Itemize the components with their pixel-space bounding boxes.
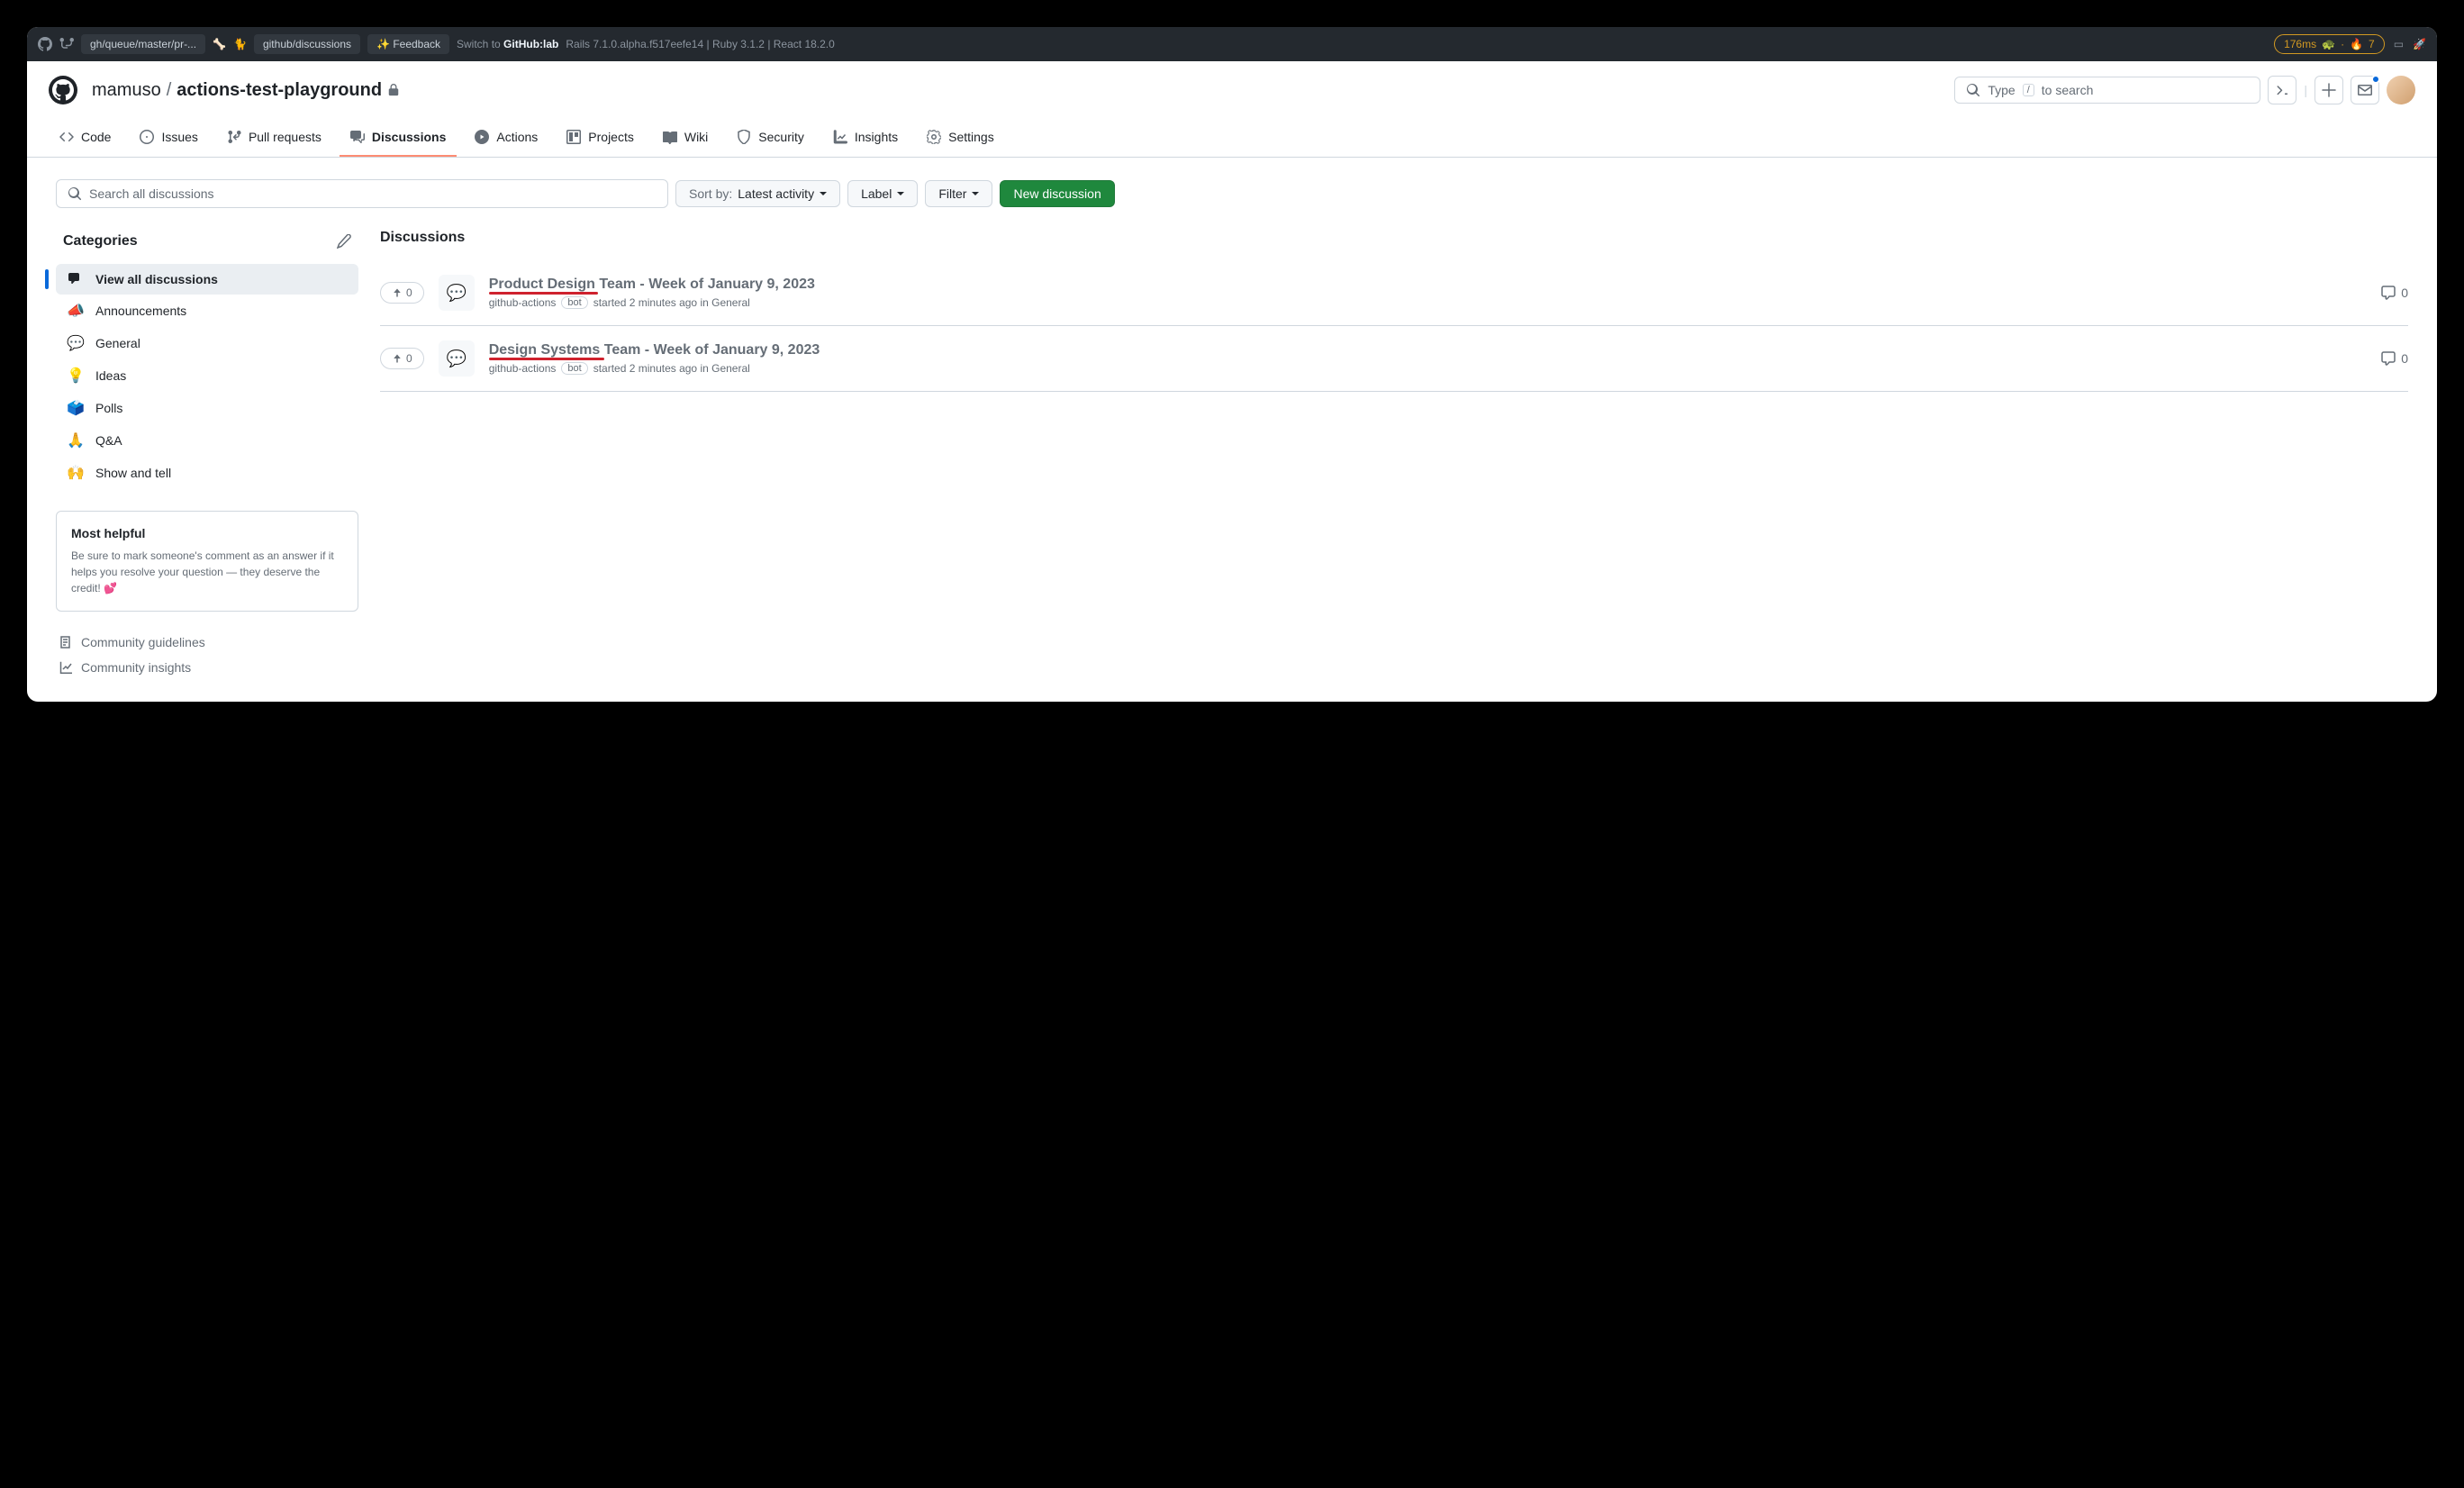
timing-pill[interactable]: 176ms 🐢 · 🔥 7 — [2274, 34, 2385, 54]
chevron-down-icon — [897, 192, 904, 195]
feedback-button[interactable]: ✨ Feedback — [367, 34, 449, 54]
tab-actions[interactable]: Actions — [464, 119, 548, 157]
page-body: Search all discussions Sort by: Latest a… — [27, 158, 2437, 702]
repo-nav: Code Issues Pull requests Discussions Ac… — [27, 119, 2437, 158]
discussion-meta: github-actions bot started 2 minutes ago… — [489, 362, 2368, 375]
command-palette-button[interactable] — [2268, 76, 2296, 104]
categories-heading: Categories — [56, 230, 358, 253]
graph-icon — [59, 660, 74, 675]
dev-toolbar: gh/queue/master/pr-... 🦴 🐈 github/discus… — [27, 27, 2437, 61]
category-general[interactable]: 💬 General — [56, 327, 358, 359]
tab-security[interactable]: Security — [726, 119, 815, 157]
tab-issues[interactable]: Issues — [129, 119, 208, 157]
discussions-title: Discussions — [380, 230, 2408, 246]
owner-link[interactable]: mamuso — [92, 80, 161, 101]
category-show-tell[interactable]: 🙌 Show and tell — [56, 457, 358, 489]
app-window: gh/queue/master/pr-... 🦴 🐈 github/discus… — [27, 27, 2437, 702]
repo-header: mamuso / actions-test-playground Type / … — [27, 61, 2437, 119]
lock-icon — [387, 80, 400, 101]
rocket-icon[interactable]: 🚀 — [2413, 38, 2426, 50]
discussion-icon — [67, 271, 85, 287]
bone-icon[interactable]: 🦴 — [213, 38, 226, 50]
discussions-list: Discussions 0 💬 Product Design Team - We… — [380, 230, 2408, 680]
repo-link[interactable]: actions-test-playground — [177, 80, 382, 101]
comment-icon — [2381, 286, 2396, 300]
comment-icon — [2381, 351, 2396, 366]
branch-icon — [59, 37, 74, 51]
author-link[interactable]: github-actions — [489, 296, 557, 309]
discussions-toolbar: Search all discussions Sort by: Latest a… — [56, 179, 2408, 208]
search-icon — [1966, 83, 1980, 97]
upvote-button[interactable]: 0 — [380, 348, 424, 369]
comment-count[interactable]: 0 — [2381, 286, 2408, 300]
category-polls[interactable]: 🗳️ Polls — [56, 392, 358, 424]
user-avatar[interactable] — [2387, 76, 2415, 104]
most-helpful-box: Most helpful Be sure to mark someone's c… — [56, 511, 358, 612]
discussion-avatar: 💬 — [439, 275, 475, 311]
edit-categories-icon[interactable] — [337, 233, 351, 250]
create-button[interactable] — [2315, 76, 2343, 104]
highlight-underline — [489, 292, 598, 295]
stack-info: Rails 7.1.0.alpha.f517eefe14 | Ruby 3.1.… — [566, 38, 834, 50]
cat-icon[interactable]: 🐈 — [233, 38, 247, 50]
chevron-down-icon — [972, 192, 979, 195]
ellipsis-icon[interactable]: ▭ — [2394, 38, 2404, 50]
flame-icon: 🔥 — [2350, 38, 2363, 50]
dot-icon: · — [2341, 38, 2344, 50]
arrow-up-icon — [392, 287, 403, 298]
upvote-button[interactable]: 0 — [380, 282, 424, 304]
search-icon — [68, 186, 82, 201]
filter-button[interactable]: Filter — [925, 180, 992, 207]
category-ideas[interactable]: 💡 Ideas — [56, 359, 358, 392]
tab-projects[interactable]: Projects — [556, 119, 645, 157]
discussion-title[interactable]: Design Systems Team - Week of January 9,… — [489, 342, 820, 358]
notifications-button[interactable] — [2351, 76, 2379, 104]
most-helpful-title: Most helpful — [71, 526, 343, 540]
tab-wiki[interactable]: Wiki — [652, 119, 719, 157]
label-button[interactable]: Label — [847, 180, 918, 207]
global-search[interactable]: Type / to search — [1954, 77, 2260, 104]
category-announcements[interactable]: 📣 Announcements — [56, 295, 358, 327]
discussion-row[interactable]: 0 💬 Product Design Team - Week of Januar… — [380, 260, 2408, 326]
community-guidelines-link[interactable]: Community guidelines — [56, 630, 358, 655]
breadcrumb: mamuso / actions-test-playground — [92, 80, 400, 101]
notification-dot — [2371, 75, 2380, 84]
tab-insights[interactable]: Insights — [822, 119, 909, 157]
switch-link[interactable]: Switch to GitHub:lab — [457, 38, 558, 50]
highlight-underline — [489, 358, 604, 360]
checklist-icon — [59, 635, 74, 649]
categories-sidebar: Categories View all discussions 📣 An — [56, 230, 358, 680]
discussion-title[interactable]: Product Design Team - Week of January 9,… — [489, 277, 815, 293]
community-insights-link[interactable]: Community insights — [56, 655, 358, 680]
discussion-meta: github-actions bot started 2 minutes ago… — [489, 296, 2368, 309]
author-link[interactable]: github-actions — [489, 362, 557, 375]
sort-button[interactable]: Sort by: Latest activity — [675, 180, 840, 207]
bot-badge: bot — [561, 296, 587, 309]
github-logo[interactable] — [49, 76, 77, 104]
category-view-all[interactable]: View all discussions — [56, 264, 358, 295]
new-discussion-button[interactable]: New discussion — [1000, 180, 1114, 207]
bot-badge: bot — [561, 362, 587, 375]
discussion-row[interactable]: 0 💬 Design Systems Team - Week of Januar… — [380, 326, 2408, 392]
turtle-icon: 🐢 — [2322, 38, 2335, 50]
repo-path-pill[interactable]: github/discussions — [254, 34, 360, 54]
most-helpful-body: Be sure to mark someone's comment as an … — [71, 548, 343, 596]
github-icon — [38, 37, 52, 51]
discussion-avatar: 💬 — [439, 340, 475, 377]
tab-settings[interactable]: Settings — [916, 119, 1005, 157]
comment-count[interactable]: 0 — [2381, 351, 2408, 366]
tab-pulls[interactable]: Pull requests — [216, 119, 332, 157]
tab-discussions[interactable]: Discussions — [340, 119, 457, 157]
discussions-search[interactable]: Search all discussions — [56, 179, 668, 208]
arrow-up-icon — [392, 353, 403, 364]
chevron-down-icon — [820, 192, 827, 195]
category-qa[interactable]: 🙏 Q&A — [56, 424, 358, 457]
tab-code[interactable]: Code — [49, 119, 122, 157]
branch-pill[interactable]: gh/queue/master/pr-... — [81, 34, 205, 54]
